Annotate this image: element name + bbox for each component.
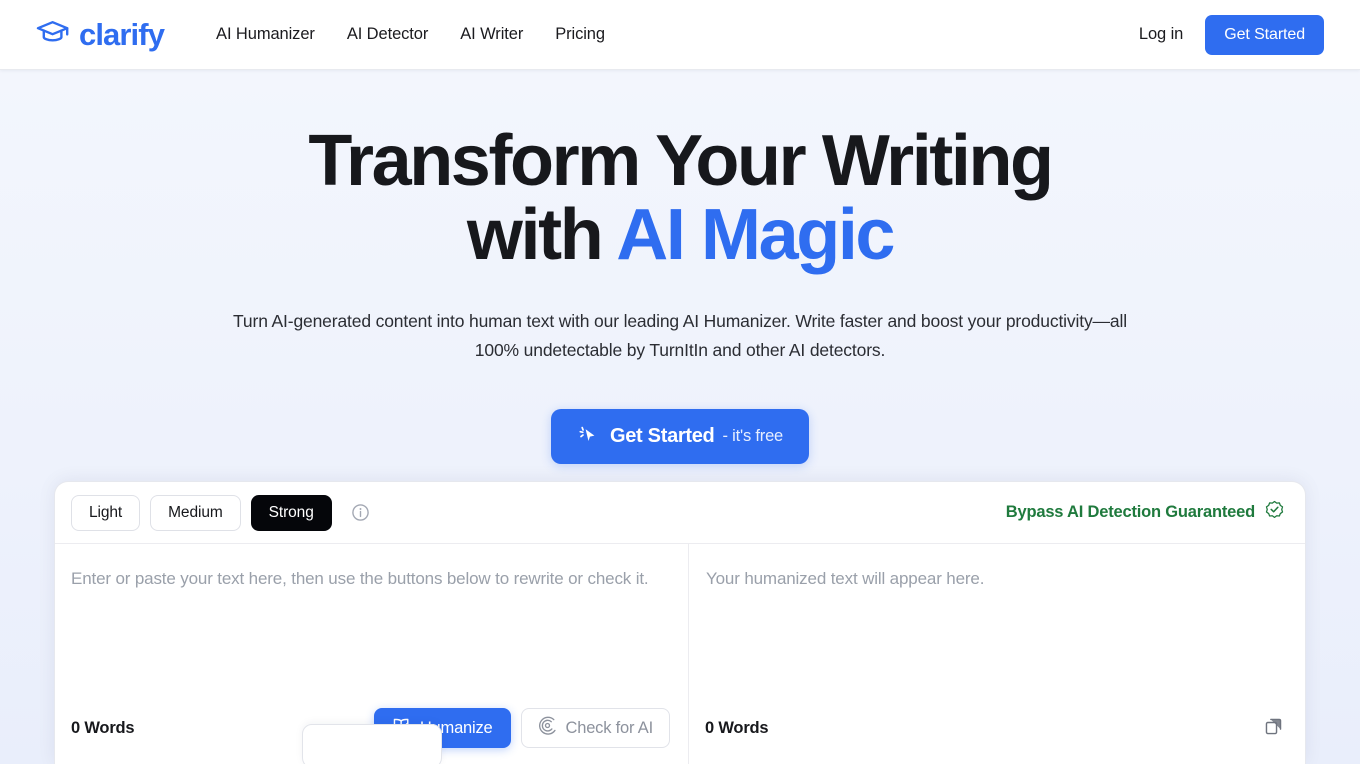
input-pane: Enter or paste your text here, then use …: [55, 544, 689, 764]
humanizer-editor-card: Light Medium Strong Bypass AI Detection …: [54, 481, 1306, 764]
output-pane: Your humanized text will appear here. 0 …: [689, 544, 1305, 764]
hero-cta-container: Get Started - it's free: [0, 409, 1360, 464]
check-badge-icon: [1264, 500, 1285, 526]
tone-button-medium[interactable]: Medium: [150, 494, 241, 531]
output-word-count: 0 Words: [705, 718, 769, 737]
copy-icon: [1264, 717, 1283, 739]
hero-cta-label: Get Started: [609, 425, 715, 447]
humanize-button[interactable]: Humanize: [373, 708, 511, 748]
main-nav: AI Humanizer AI Detector AI Writer Prici…: [200, 17, 621, 52]
radar-scan-icon: [538, 716, 557, 740]
hero-title-line1: Transform Your Writing: [308, 121, 1054, 201]
guarantee-text: Bypass AI Detection Guaranteed: [1005, 503, 1255, 521]
copy-button[interactable]: [1260, 713, 1287, 743]
guarantee-badge: Bypass AI Detection Guaranteed: [1006, 500, 1289, 526]
input-pane-footer: 0 Words Humanize Check for AI: [55, 692, 688, 764]
hero-section: Transform Your Writing with AI Magic Tur…: [0, 70, 1360, 764]
info-circle-icon[interactable]: [351, 503, 370, 522]
output-placeholder: Your humanized text will appear here.: [706, 569, 985, 588]
hero-get-started-button[interactable]: Get Started - it's free: [550, 409, 810, 464]
tone-selector-group: Light Medium Strong: [71, 494, 370, 531]
nav-item-ai-detector[interactable]: AI Detector: [331, 17, 444, 52]
tone-button-light[interactable]: Light: [71, 494, 141, 531]
input-word-count: 0 Words: [71, 718, 135, 737]
check-for-ai-label: Check for AI: [565, 718, 654, 737]
check-for-ai-button[interactable]: Check for AI: [520, 708, 670, 748]
site-header: clarify AI Humanizer AI Detector AI Writ…: [0, 0, 1360, 70]
nav-item-pricing[interactable]: Pricing: [539, 17, 621, 52]
book-check-icon: [392, 716, 411, 740]
cursor-sparkle-icon: [577, 424, 599, 449]
page-title: Transform Your Writing with AI Magic: [270, 124, 1090, 272]
hero-title-line2-prefix: with: [466, 195, 617, 276]
humanize-button-label: Humanize: [419, 718, 493, 737]
brand-logo[interactable]: clarify: [36, 17, 165, 52]
hero-cta-sublabel: - it's free: [722, 427, 784, 445]
header-actions: Log in Get Started: [1139, 14, 1324, 55]
output-pane-footer: 0 Words: [689, 692, 1305, 764]
graduation-cap-icon: [36, 19, 70, 50]
get-started-button[interactable]: Get Started: [1205, 14, 1324, 55]
nav-item-ai-humanizer[interactable]: AI Humanizer: [200, 17, 331, 52]
hero-title-accent: AI Magic: [616, 195, 895, 276]
input-textarea[interactable]: Enter or paste your text here, then use …: [55, 544, 688, 692]
editor-toolbar: Light Medium Strong Bypass AI Detection …: [55, 482, 1305, 544]
login-link[interactable]: Log in: [1139, 25, 1183, 44]
nav-item-ai-writer[interactable]: AI Writer: [444, 17, 539, 52]
brand-name: clarify: [79, 17, 165, 52]
hero-subtitle: Turn AI-generated content into human tex…: [233, 311, 1127, 360]
tone-button-strong[interactable]: Strong: [250, 494, 332, 531]
editor-panes: Enter or paste your text here, then use …: [55, 544, 1305, 764]
input-placeholder: Enter or paste your text here, then use …: [71, 569, 649, 588]
input-action-buttons: Humanize Check for AI: [373, 708, 670, 748]
output-textarea[interactable]: Your humanized text will appear here.: [689, 544, 1305, 692]
